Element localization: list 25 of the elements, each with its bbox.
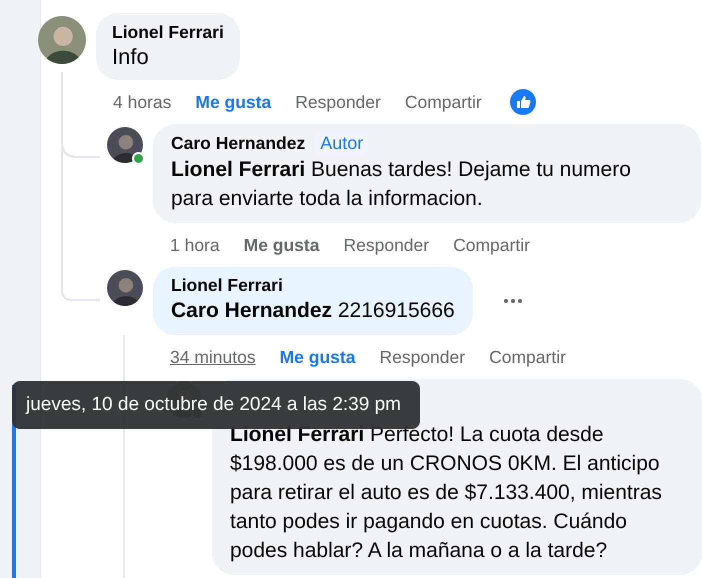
author-badge: Autor [315, 132, 368, 155]
timestamp-link[interactable]: 4 horas [113, 92, 172, 112]
comment-text: Caro Hernandez 2216915666 [171, 298, 455, 324]
like-link[interactable]: Me gusta [244, 234, 320, 256]
author-name[interactable]: Lionel Ferrari [171, 275, 283, 296]
like-link[interactable]: Me gusta [195, 92, 272, 112]
author-name[interactable]: Lionel Ferrari [112, 22, 224, 43]
reply-link[interactable]: Responder [343, 234, 430, 256]
timestamp-link[interactable]: 1 hora [170, 234, 220, 256]
share-link[interactable]: Compartir [453, 234, 530, 256]
thumbs-up-icon[interactable] [510, 89, 536, 115]
comment-text: Lionel Ferrari Buenas tardes! Dejame tu numero para enviarte toda la informacion. [171, 157, 632, 212]
comment-text: Info [112, 43, 150, 70]
date-tooltip: jueves, 10 de octubre de 2024 a las 2:39 pm [12, 381, 420, 429]
reply-link[interactable]: Responder [379, 346, 466, 368]
avatar[interactable] [107, 270, 143, 306]
share-link[interactable]: Compartir [489, 346, 566, 368]
avatar[interactable] [107, 127, 143, 163]
share-link[interactable]: Compartir [404, 92, 482, 112]
author-name[interactable]: Caro Hernandez [171, 133, 306, 154]
more-options-icon[interactable] [502, 298, 523, 304]
timestamp-link[interactable]: 34 minutos [170, 346, 256, 368]
reply-link[interactable]: Responder [295, 92, 381, 112]
like-link[interactable]: Me gusta [280, 346, 356, 368]
avatar[interactable] [38, 16, 86, 64]
